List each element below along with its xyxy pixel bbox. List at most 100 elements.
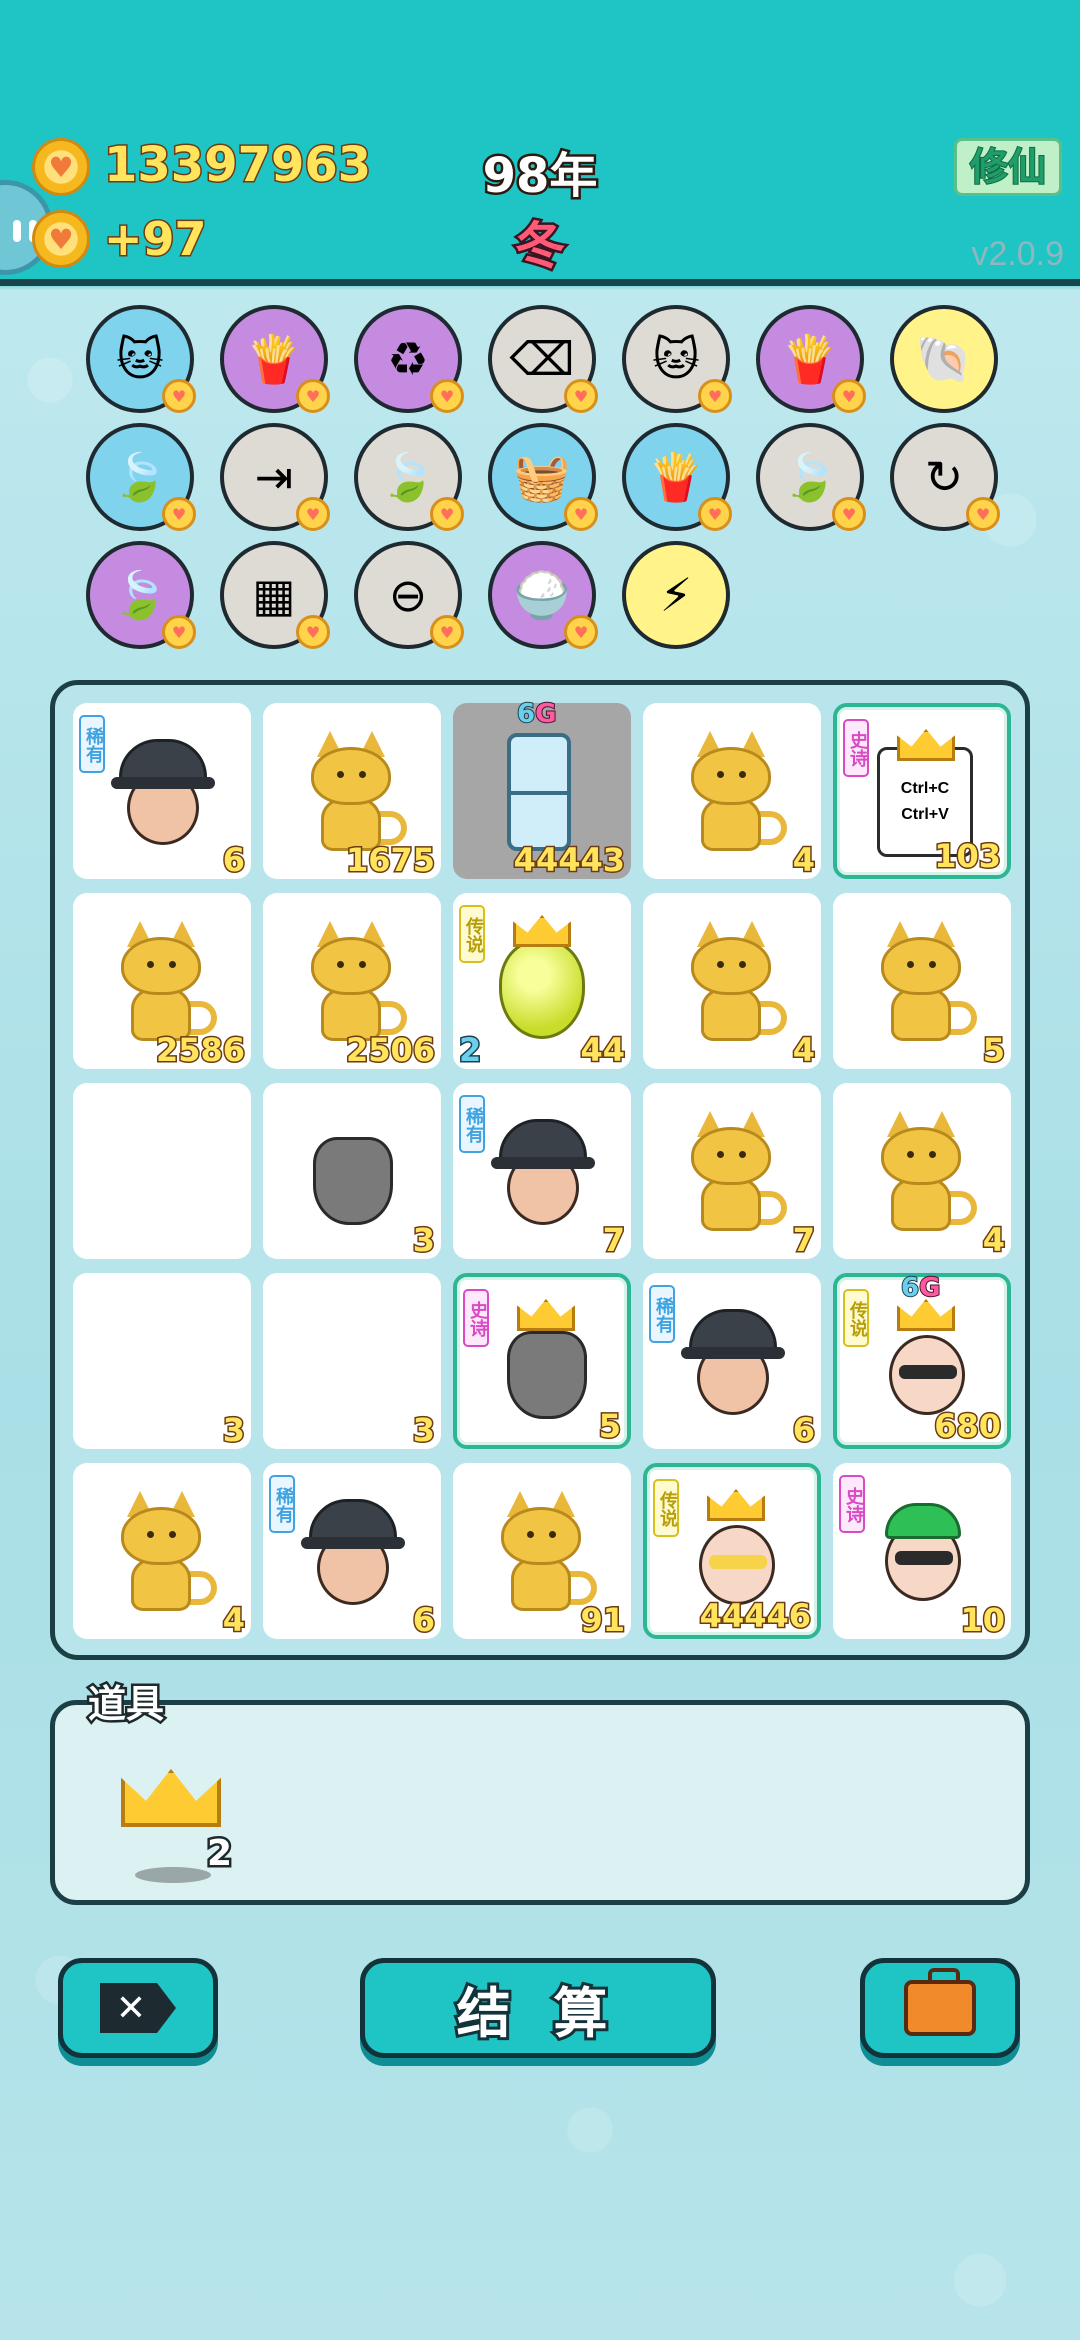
heart-coin-icon: ♥	[162, 379, 196, 413]
bag-button[interactable]	[860, 1958, 1020, 2058]
rice-bowl-icon[interactable]: 🍚 ♥	[488, 541, 598, 649]
hat-man-icon	[681, 1303, 785, 1421]
minus-icon[interactable]: ⊖ ♥	[354, 541, 464, 649]
leaf-icon[interactable]: 🍃 ♥	[756, 423, 866, 531]
hat-man-icon	[491, 1113, 595, 1231]
item-count: 5	[981, 1030, 1006, 1071]
trash-bag-icon	[507, 1331, 587, 1419]
leaf-icon[interactable]: 🍃 ♥	[86, 541, 196, 649]
heart-coin-icon: ♥	[966, 497, 1000, 531]
board-cell[interactable]: 2506	[263, 893, 441, 1071]
item-count: 4	[221, 1600, 246, 1641]
board-cell[interactable]: 稀有 7	[453, 1083, 631, 1261]
board-cell[interactable]	[73, 1083, 251, 1259]
heart-coin-icon: ♥	[698, 379, 732, 413]
crown-shadow	[135, 1867, 211, 1883]
hat-man-icon	[111, 733, 215, 851]
heart-coin-icon: ♥	[564, 379, 598, 413]
rarity-tag: 稀有	[269, 1475, 295, 1533]
board-cell[interactable]: 5	[833, 893, 1011, 1071]
rarity-tag: 史诗	[839, 1475, 865, 1533]
heart-coin-icon: ♥	[832, 497, 866, 531]
close-tag-icon[interactable]: ⌫ ♥	[488, 305, 598, 413]
recycle-icon-glyph: ♻	[387, 332, 429, 386]
skip-icon-glyph: ⇥	[254, 450, 294, 504]
board-cell[interactable]: 3	[73, 1273, 251, 1451]
income-value: +97	[103, 211, 209, 268]
item-count: 7	[601, 1220, 626, 1261]
settle-button[interactable]: 结 算	[360, 1958, 716, 2058]
board-cell[interactable]: 6G 44443	[453, 698, 631, 881]
item-count: 4	[981, 1220, 1006, 1261]
refresh-icon-glyph: ↻	[924, 450, 964, 504]
skip-icon[interactable]: ⇥ ♥	[220, 423, 330, 531]
item-count: 44443	[512, 840, 626, 881]
fries-icon[interactable]: 🍟 ♥	[220, 305, 330, 413]
crown-icon	[517, 1299, 575, 1331]
board-cell[interactable]: 传说 2 44	[453, 893, 631, 1071]
board-cell[interactable]: 传说 44446	[643, 1463, 821, 1639]
badge-6g: 6G	[900, 1272, 941, 1304]
props-panel: 2	[50, 1700, 1030, 1905]
prop-count: 2	[204, 1831, 234, 1877]
item-count: 7	[791, 1220, 816, 1261]
cat-icon	[877, 921, 977, 1041]
lightning-icon[interactable]: ⚡	[622, 541, 730, 649]
rarity-tag: 史诗	[463, 1289, 489, 1347]
board-cell[interactable]: 3	[263, 1273, 441, 1451]
fries-icon[interactable]: 🍟 ♥	[756, 305, 866, 413]
board-cell[interactable]: 史诗 10	[833, 1463, 1011, 1641]
cat-icon	[117, 921, 217, 1041]
heart-coin-icon: ♥	[698, 497, 732, 531]
board-cell[interactable]: 7	[643, 1083, 821, 1261]
heart-coin-icon: ♥	[162, 615, 196, 649]
item-board: 稀有 6 1675 6G 44443 4 Ctrl+C Ctrl+V 史诗 103 2586 2506…	[50, 680, 1030, 1660]
leaf-icon[interactable]: 🍃 ♥	[354, 423, 464, 531]
year-label: 98年	[480, 146, 600, 207]
item-count: 6	[221, 840, 246, 881]
board-cell[interactable]: 3	[263, 1083, 441, 1261]
crown-icon	[897, 1299, 955, 1331]
remove-button[interactable]: ✕	[58, 1958, 218, 2058]
shell-icon[interactable]: 🐚	[890, 305, 998, 413]
blocks-icon[interactable]: ▦ ♥	[220, 541, 330, 649]
blocks-icon-glyph: ▦	[252, 568, 296, 622]
season-label: 冬	[513, 215, 568, 278]
recycle-icon[interactable]: ♻ ♥	[354, 305, 464, 413]
board-cell[interactable]: 1675	[263, 703, 441, 881]
cat-upgrade-icon[interactable]: 🐱 ♥	[86, 305, 196, 413]
rarity-tag: 传说	[843, 1289, 869, 1347]
item-count: 4	[791, 840, 816, 881]
old-man-icon	[687, 1507, 787, 1607]
board-cell[interactable]: 4	[73, 1463, 251, 1641]
board-cell[interactable]: 91	[453, 1463, 631, 1641]
board-cell[interactable]: 稀有 6	[263, 1463, 441, 1641]
lightning-icon-glyph: ⚡	[659, 568, 693, 622]
refresh-icon[interactable]: ↻ ♥	[890, 423, 1000, 531]
board-cell[interactable]: 6G 传说 680	[833, 1272, 1011, 1449]
crown-icon[interactable]	[121, 1769, 221, 1827]
leaf-icon[interactable]: 🍃 ♥	[86, 423, 196, 531]
board-cell[interactable]: 稀有 6	[643, 1273, 821, 1451]
board-cell[interactable]: 稀有 6	[73, 703, 251, 881]
rice-bowl-icon-glyph: 🍚	[513, 568, 571, 622]
xiuxian-button[interactable]: 修仙	[954, 138, 1062, 196]
board-cell[interactable]: 4	[833, 1083, 1011, 1261]
fruit-basket-icon[interactable]: 🧺 ♥	[488, 423, 598, 531]
rarity-tag: 稀有	[649, 1285, 675, 1343]
sunglasses-man-icon	[877, 1317, 977, 1417]
cats-pair-icon[interactable]: 🐱 ♥	[622, 305, 732, 413]
board-cell[interactable]: 史诗 5	[453, 1273, 631, 1449]
rarity-tag: 稀有	[79, 715, 105, 773]
board-cell[interactable]: 4	[643, 893, 821, 1071]
fries-icon[interactable]: 🍟 ♥	[622, 423, 732, 531]
item-count: 3	[411, 1220, 436, 1261]
leaf-icon-glyph: 🍃	[379, 450, 437, 504]
board-cell[interactable]: 4	[643, 703, 821, 881]
board-cell[interactable]: 2586	[73, 893, 251, 1071]
board-cell[interactable]: Ctrl+C Ctrl+V 史诗 103	[833, 703, 1011, 879]
fridge-icon	[507, 733, 571, 851]
green-hat-man-icon	[873, 1503, 973, 1603]
briefcase-icon	[904, 1968, 976, 2036]
props-label: 道具	[85, 1680, 166, 1729]
